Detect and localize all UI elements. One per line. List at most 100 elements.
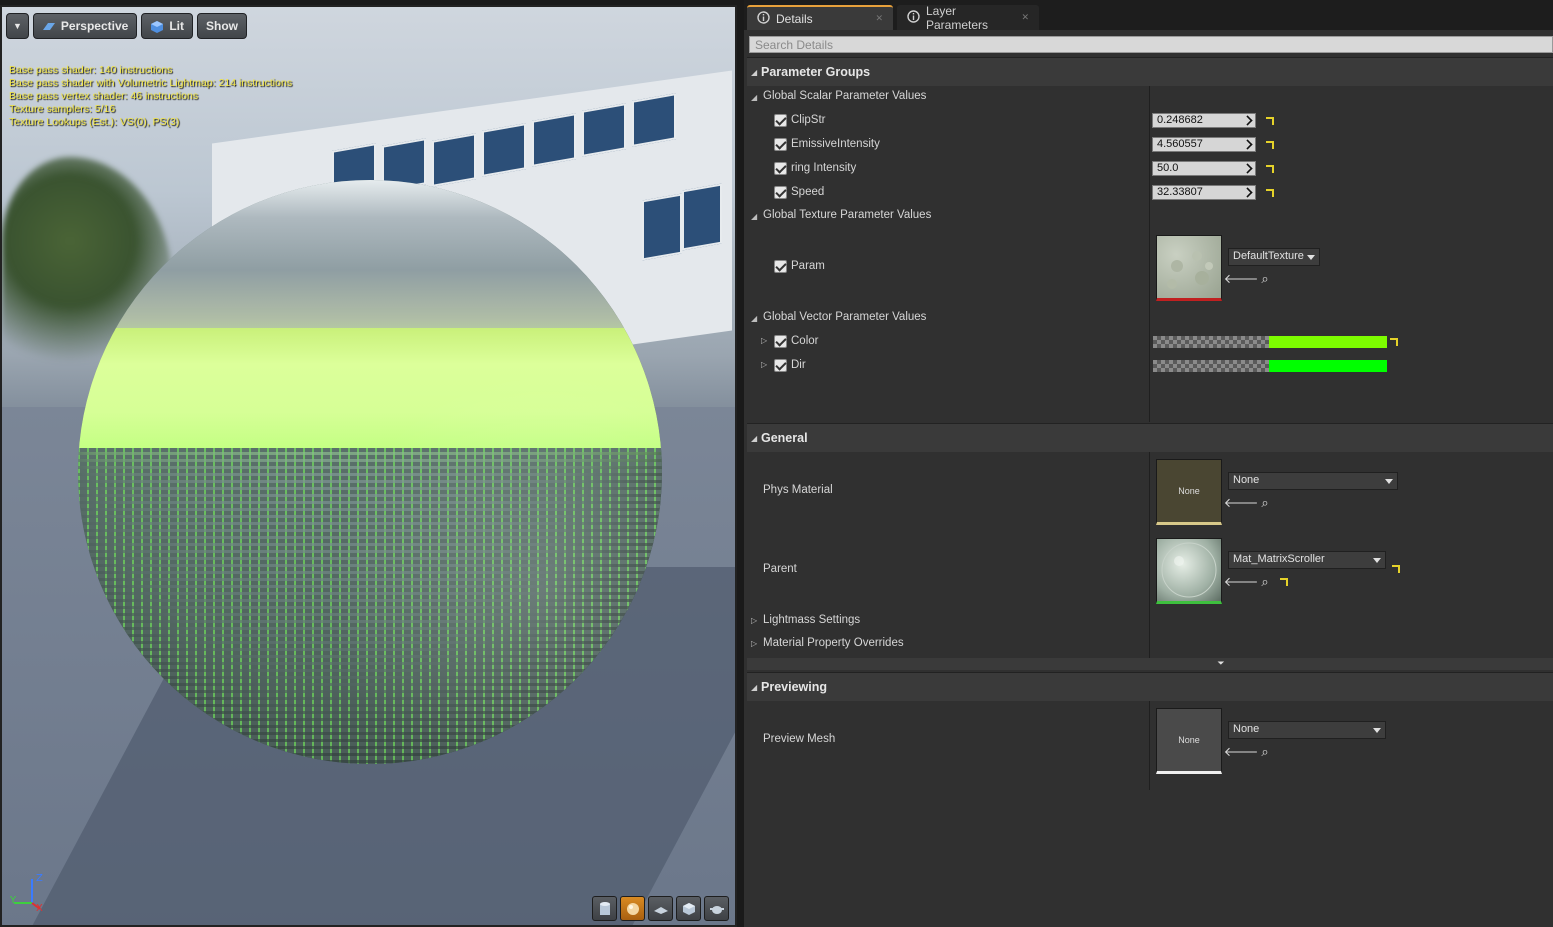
chevron-down-icon: ⏷ [1217,659,1225,669]
reset-to-default-icon[interactable] [1266,141,1274,149]
category-parameter-groups[interactable]: ◢ Parameter Groups [747,57,1553,86]
details-panel: Details ✕ Layer Parameters ✕ Search Deta… [744,0,1553,927]
reset-to-default-icon[interactable] [1266,189,1274,197]
lightmass-settings-label[interactable]: Lightmass Settings [763,614,860,626]
show-label: Show [205,19,238,33]
lit-label: Lit [169,19,184,33]
axis-y-label: Y [10,895,17,906]
close-icon[interactable]: ✕ [875,13,883,24]
reset-to-default-icon[interactable] [1390,338,1398,346]
teapot-icon[interactable] [704,896,729,921]
close-icon[interactable]: ✕ [1021,12,1029,23]
expand-arrow-icon[interactable]: ▷ [761,360,767,369]
category-previewing[interactable]: ◢ Previewing [747,672,1553,701]
vector-group-title: Global Vector Parameter Values [763,311,927,323]
view-mode-lit-button[interactable]: Lit [141,13,193,39]
texture-asset-dropdown[interactable]: DefaultTexture [1228,248,1320,266]
tab-details[interactable]: Details ✕ [747,5,893,30]
material-property-overrides-label[interactable]: Material Property Overrides [763,637,904,649]
expand-arrow-icon[interactable]: ▷ [751,639,757,648]
axis-z-label: Z [36,873,43,884]
phys-material-thumbnail[interactable]: None [1156,459,1222,525]
search-details-input[interactable]: Search Details [749,36,1553,53]
clipstr-field[interactable]: 0.248682 [1152,113,1256,128]
preview-shape-toolbar [592,896,729,921]
collapse-arrow-icon[interactable]: ◢ [751,93,757,102]
advanced-expander[interactable]: ⏷ [747,658,1553,670]
stat-line: Base pass shader: 140 instructions [9,64,173,76]
ring-intensity-field[interactable]: 50.0 [1152,161,1256,176]
stat-line: Texture samplers: 5/16 [9,103,116,115]
collapse-arrow-icon[interactable]: ◢ [751,212,757,221]
speed-field[interactable]: 32.33807 [1152,185,1256,200]
dir-label: Dir [791,359,806,371]
panel-tab-bar: Details ✕ Layer Parameters ✕ [744,0,1553,32]
axis-x-label: X [36,903,43,914]
show-button[interactable]: Show [196,13,247,39]
preview-mesh-label: Preview Mesh [763,733,836,745]
sphere-icon[interactable] [620,896,645,921]
parent-material-thumbnail[interactable] [1156,538,1222,604]
texture-group-title: Global Texture Parameter Values [763,209,932,221]
browse-search-icon[interactable]: ⌕ [1258,496,1272,511]
parent-label: Parent [763,563,797,575]
param-label: Param [791,260,825,272]
emissiveintensity-field[interactable]: 4.560557 [1152,137,1256,152]
viewport-toolbar: ▼ Perspective Lit Show [6,13,247,39]
reset-to-default-icon[interactable] [1266,165,1274,173]
category-general[interactable]: ◢ General [747,423,1553,452]
dir-swatch[interactable] [1153,360,1387,372]
lit-cube-icon [150,20,164,33]
color-label: Color [791,335,819,347]
ring-intensity-checkbox[interactable] [774,162,787,175]
perspective-button[interactable]: Perspective [32,13,138,39]
clipstr-checkbox[interactable] [774,114,787,127]
reset-to-default-icon[interactable] [1266,117,1274,125]
viewport-options-button[interactable]: ▼ [6,13,29,39]
browse-search-icon[interactable]: ⌕ [1258,745,1272,760]
browse-search-icon[interactable]: ⌕ [1258,272,1272,287]
phys-material-dropdown[interactable]: None [1228,472,1398,490]
perspective-icon [42,20,56,32]
ring-intensity-label: ring Intensity [791,162,857,174]
texture-thumbnail[interactable] [1156,235,1222,301]
color-swatch[interactable] [1153,336,1387,348]
color-checkbox[interactable] [774,335,787,348]
shader-stats: Base pass shader: 140 instructions Base … [9,64,292,129]
preview-mesh-thumbnail[interactable]: None [1156,708,1222,774]
tab-layer-parameters[interactable]: Layer Parameters ✕ [897,3,1039,32]
expand-arrow-icon[interactable]: ▷ [761,336,767,345]
speed-label: Speed [791,186,825,198]
cube-icon[interactable] [676,896,701,921]
info-icon [907,9,920,26]
chevron-down-icon: ▼ [13,21,22,31]
clipstr-label: ClipStr [791,114,826,126]
use-selected-arrow-icon[interactable]: 🡐 [1224,496,1259,511]
collapse-arrow-icon[interactable]: ◢ [751,314,757,323]
collapse-arrow-icon: ◢ [751,433,758,443]
plane-icon[interactable] [648,896,673,921]
tab-layer-parameters-label: Layer Parameters [926,3,989,32]
stat-line: Texture Lookups (Est.): VS(0), PS(3) [9,116,180,128]
preview-mesh-dropdown[interactable]: None [1228,721,1386,739]
param-checkbox[interactable] [774,260,787,273]
expand-arrow-icon[interactable]: ▷ [751,616,757,625]
use-selected-arrow-icon[interactable]: 🡐 [1224,272,1259,287]
emissiveintensity-checkbox[interactable] [774,138,787,151]
use-selected-arrow-icon[interactable]: 🡐 [1224,745,1259,760]
browse-search-icon[interactable]: ⌕ [1258,575,1272,590]
use-selected-arrow-icon[interactable]: 🡐 [1224,575,1259,590]
perspective-label: Perspective [60,19,129,33]
category-title: General [761,431,808,445]
reset-to-default-icon[interactable] [1280,578,1288,586]
category-title: Parameter Groups [761,65,871,79]
reset-to-default-icon[interactable] [1392,565,1400,573]
parent-material-dropdown[interactable]: Mat_MatrixScroller [1228,551,1386,569]
material-viewport[interactable]: ▼ Perspective Lit Show Base pass shader:… [0,5,737,927]
speed-checkbox[interactable] [774,186,787,199]
tab-details-label: Details [776,11,813,26]
dir-checkbox[interactable] [774,359,787,372]
cylinder-icon[interactable] [592,896,617,921]
category-title: Previewing [761,680,827,694]
info-icon [757,10,770,27]
